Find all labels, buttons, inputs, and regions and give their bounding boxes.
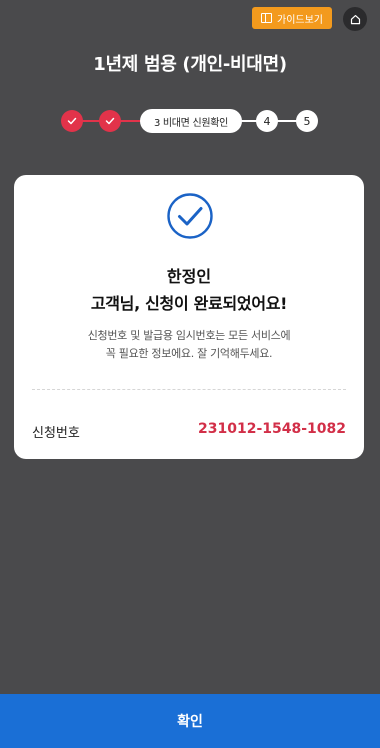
completion-message: 고객님, 신청이 완료되었어요! (90, 294, 288, 313)
completion-card: 한정인 고객님, 신청이 완료되었어요! 신청번호 및 발급용 임시번호는 모든… (14, 175, 364, 459)
divider (32, 389, 346, 390)
info-line-1: 신청번호 및 발급용 임시번호는 모든 서비스에 (87, 329, 291, 342)
check-circle-icon (167, 193, 213, 239)
confirm-button[interactable]: 확인 (0, 694, 380, 748)
step-2-completed (99, 110, 121, 132)
info-text: 신청번호 및 발급용 임시번호는 모든 서비스에 꼭 필요한 정보에요. 잘 기… (34, 327, 344, 363)
step-1-completed (61, 110, 83, 132)
book-icon (261, 13, 272, 23)
home-button[interactable] (343, 7, 367, 31)
home-icon (350, 14, 360, 24)
customer-name: 한정인 (166, 267, 212, 286)
step-5: 5 (296, 110, 318, 132)
info-line-2: 꼭 필요한 정보에요. 잘 기억해두세요. (105, 347, 273, 360)
step-4: 4 (256, 110, 278, 132)
progress-stepper: 3 비대면 신원확인 4 5 (0, 108, 380, 134)
check-icon (67, 117, 77, 125)
check-icon (105, 117, 115, 125)
application-number-label: 신청번호 (32, 426, 80, 441)
guide-button[interactable]: 가이드보기 (252, 7, 332, 29)
step-current: 3 비대면 신원확인 (140, 109, 242, 133)
application-number-value: 231012-1548-1082 (198, 421, 346, 437)
page-title: 1년제 범용 (개인-비대면) (93, 54, 287, 75)
guide-button-label: 가이드보기 (277, 14, 323, 26)
